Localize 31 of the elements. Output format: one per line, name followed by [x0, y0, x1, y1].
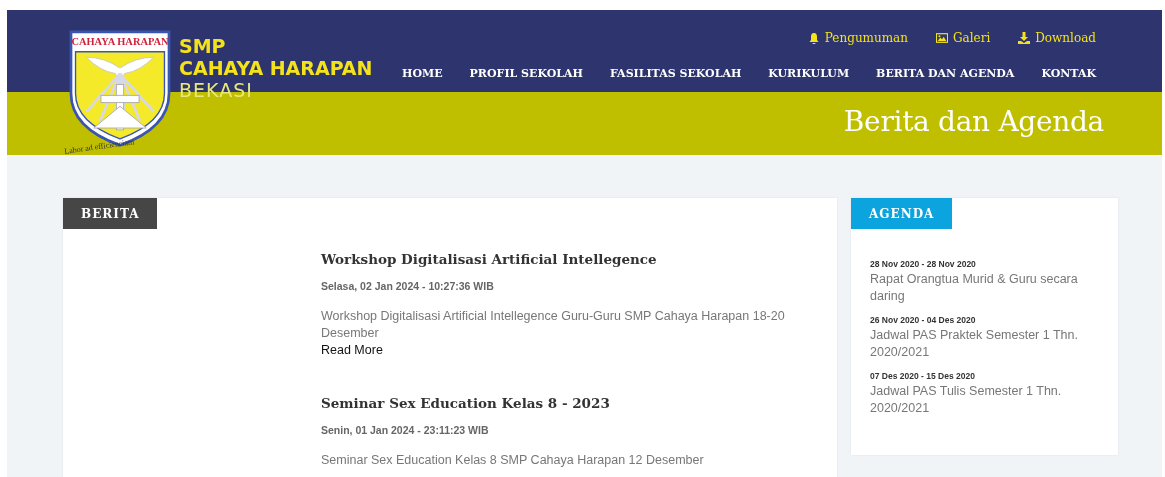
post-date: Selasa, 02 Jan 2024 - 10:27:36 WIB: [321, 280, 495, 292]
post-title[interactable]: Seminar Sex Education Kelas 8 - 2023: [321, 395, 837, 411]
section-heading: BERITA: [63, 198, 158, 229]
post-excerpt: Workshop Digitalisasi Artificial Intellegence Guru-Guru SMP Cahaya Harapan 18-20 Desember: [321, 308, 786, 342]
post-excerpt: Seminar Sex Education Kelas 8 SMP Cahaya Harapan 12 Desember: [321, 452, 705, 469]
school-name: CAHAYA HARAPAN: [179, 57, 373, 79]
nav-link[interactable]: KURIKULUM: [768, 67, 850, 80]
agenda-date: 28 Nov 2020 - 28 Nov 2020: [870, 259, 977, 269]
section-heading: AGENDA: [851, 198, 953, 229]
nav-link[interactable]: KONTAK: [1041, 67, 1096, 80]
agenda-link[interactable]: Jadwal PAS Praktek Semester 1 Thn. 2020/2021: [870, 327, 1098, 361]
page-title: Berita dan Agenda: [843, 105, 1104, 138]
image-icon: [936, 32, 948, 44]
motto-text: Labor ad efficienciam: [63, 137, 135, 156]
nav-link[interactable]: FASILITAS SEKOLAH: [609, 67, 742, 80]
top-link[interactable]: Pengumuman: [807, 31, 908, 45]
nav-link[interactable]: PROFIL SEKOLAH: [469, 67, 583, 80]
agenda-date: 26 Nov 2020 - 04 Des 2020: [870, 315, 977, 325]
bell-icon: [807, 32, 820, 44]
agenda-link[interactable]: Rapat Orangtua Murid & Guru secara daring: [870, 271, 1098, 305]
top-link[interactable]: Galeri: [936, 31, 991, 45]
top-link[interactable]: Download: [1018, 31, 1096, 45]
nav-link[interactable]: BERITA DAN AGENDA: [876, 67, 1015, 80]
post-title[interactable]: Workshop Digitalisasi Artificial Intellegence: [321, 251, 837, 267]
read-more-link[interactable]: Read More: [321, 342, 837, 359]
agenda-date: 07 Des 2020 - 15 Des 2020: [870, 371, 976, 381]
download-icon: [1018, 32, 1031, 44]
agenda-link[interactable]: Jadwal PAS Tulis Semester 1 Thn. 2020/2021: [870, 383, 1098, 417]
school-name: SMP: [179, 35, 227, 57]
nav-link[interactable]: HOME: [402, 67, 443, 80]
post-date: Senin, 01 Jan 2024 - 23:11:23 WIB: [321, 424, 490, 436]
